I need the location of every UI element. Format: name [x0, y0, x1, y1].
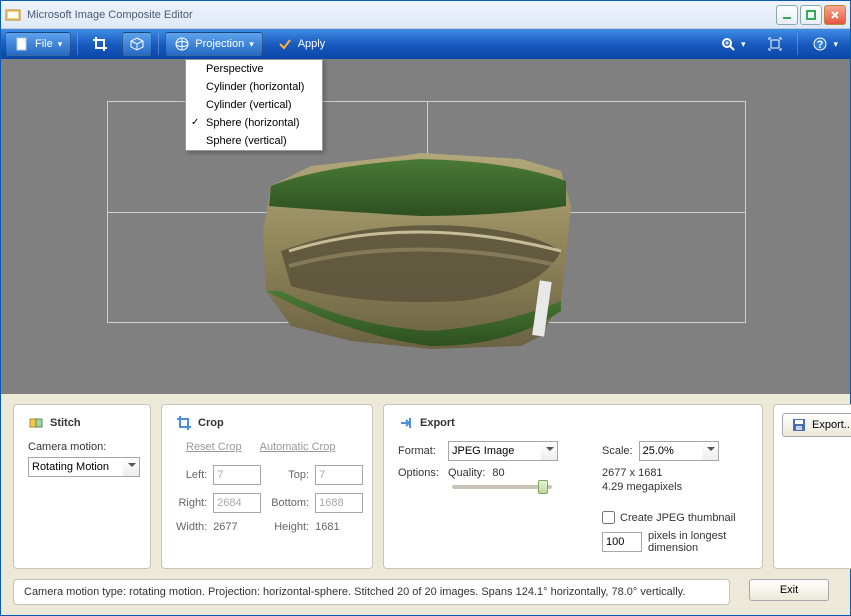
format-label: Format: — [398, 445, 442, 457]
crop-icon — [92, 36, 108, 52]
caret-down-icon: ▾ — [741, 39, 746, 50]
reset-crop-link[interactable]: Reset Crop — [186, 441, 242, 453]
file-menu-button[interactable]: File ▾ — [5, 32, 71, 56]
app-icon — [5, 7, 21, 23]
bottom-label: Bottom: — [271, 497, 309, 509]
crop-title: Crop — [198, 417, 224, 429]
width-value: 2677 — [213, 521, 265, 533]
thumbnail-checkbox[interactable] — [602, 511, 615, 524]
maximize-button[interactable] — [800, 5, 822, 25]
thumbnail-px-label: pixels in longest dimension — [648, 530, 748, 554]
export-button-label: Export... — [812, 419, 851, 431]
statusbar-row: Camera motion type: rotating motion. Pro… — [1, 579, 850, 615]
exit-button[interactable]: Exit — [749, 579, 829, 601]
auto-crop-link[interactable]: Automatic Crop — [260, 441, 336, 453]
width-label: Width: — [176, 521, 207, 533]
caret-down-icon: ▾ — [58, 39, 63, 50]
thumbnail-pixels-input[interactable] — [602, 532, 642, 552]
camera-motion-select[interactable]: Rotating Motion — [28, 457, 140, 477]
top-label: Top: — [271, 469, 309, 481]
file-icon — [14, 36, 30, 52]
stitch-panel: Stitch Camera motion: Rotating Motion — [13, 404, 151, 569]
menu-item-cylinder-h[interactable]: Cylinder (horizontal) — [186, 78, 322, 96]
camera-motion-label: Camera motion: — [28, 441, 136, 453]
fit-button[interactable] — [759, 32, 791, 56]
fit-icon — [767, 36, 783, 52]
projection-dropdown-menu: Perspective Cylinder (horizontal) Cylind… — [185, 59, 323, 151]
right-input[interactable] — [213, 493, 261, 513]
canvas-area[interactable]: Perspective Cylinder (horizontal) Cylind… — [1, 59, 850, 394]
magnifier-icon — [720, 36, 736, 52]
apply-icon — [277, 36, 293, 52]
export-button-panel: Export... — [773, 404, 851, 569]
panorama-preview — [261, 151, 581, 351]
separator — [797, 33, 798, 55]
stitch-title: Stitch — [50, 417, 81, 429]
close-button[interactable] — [824, 5, 846, 25]
separator — [158, 33, 159, 55]
export-panel: Export Format: JPEG Image Options: Quali… — [383, 404, 763, 569]
apply-button[interactable]: Apply — [269, 32, 334, 56]
thumbnail-label: Create JPEG thumbnail — [620, 512, 736, 524]
top-input[interactable] — [315, 465, 363, 485]
titlebar: Microsoft Image Composite Editor — [1, 1, 850, 29]
left-input[interactable] — [213, 465, 261, 485]
help-icon: ? — [812, 36, 828, 52]
cube-icon — [129, 36, 145, 52]
bottom-input[interactable] — [315, 493, 363, 513]
menu-item-sphere-v[interactable]: Sphere (vertical) — [186, 132, 322, 150]
caret-down-icon: ▾ — [249, 39, 254, 50]
export-button[interactable]: Export... — [782, 413, 851, 437]
toolbar: File ▾ Projection ▾ Apply ▾ ? — [1, 29, 850, 59]
output-dimensions: 2677 x 1681 — [602, 467, 748, 479]
window-title: Microsoft Image Composite Editor — [27, 9, 776, 21]
menu-item-sphere-h[interactable]: Sphere (horizontal) — [186, 114, 322, 132]
output-megapixels: 4.29 megapixels — [602, 481, 748, 493]
minimize-button[interactable] — [776, 5, 798, 25]
quality-slider[interactable] — [452, 485, 552, 489]
slider-thumb[interactable] — [538, 480, 548, 494]
svg-text:?: ? — [817, 39, 824, 51]
scale-label: Scale: — [602, 445, 633, 457]
height-value: 1681 — [315, 521, 367, 533]
options-label: Options: — [398, 467, 442, 479]
crop-panel: Crop Reset Crop Automatic Crop Left: Top… — [161, 404, 373, 569]
export-icon — [398, 415, 414, 431]
crop-tool-button[interactable] — [84, 32, 116, 56]
projection-label: Projection — [195, 38, 244, 50]
menu-item-perspective[interactable]: Perspective — [186, 60, 322, 78]
statusbar: Camera motion type: rotating motion. Pro… — [13, 579, 730, 605]
menu-item-cylinder-v[interactable]: Cylinder (vertical) — [186, 96, 322, 114]
left-label: Left: — [176, 469, 207, 481]
apply-label: Apply — [298, 38, 326, 50]
file-label: File — [35, 38, 53, 50]
stitch-icon — [28, 415, 44, 431]
height-label: Height: — [271, 521, 309, 533]
scale-select[interactable]: 25.0% — [639, 441, 719, 461]
format-select[interactable]: JPEG Image — [448, 441, 558, 461]
crop-icon — [176, 415, 192, 431]
export-title: Export — [420, 417, 455, 429]
panels-row: Stitch Camera motion: Rotating Motion Cr… — [1, 394, 850, 579]
save-icon — [791, 417, 807, 433]
help-button[interactable]: ? ▾ — [804, 32, 846, 56]
projection-menu-button[interactable]: Projection ▾ — [165, 32, 262, 56]
right-label: Right: — [176, 497, 207, 509]
view-3d-button[interactable] — [122, 32, 152, 56]
quality-label: Quality: — [448, 467, 485, 479]
app-window: Microsoft Image Composite Editor File ▾ … — [0, 0, 851, 616]
separator — [77, 33, 78, 55]
quality-value: 80 — [492, 467, 504, 479]
globe-icon — [174, 36, 190, 52]
caret-down-icon: ▾ — [833, 39, 838, 50]
zoom-button[interactable]: ▾ — [712, 32, 754, 56]
